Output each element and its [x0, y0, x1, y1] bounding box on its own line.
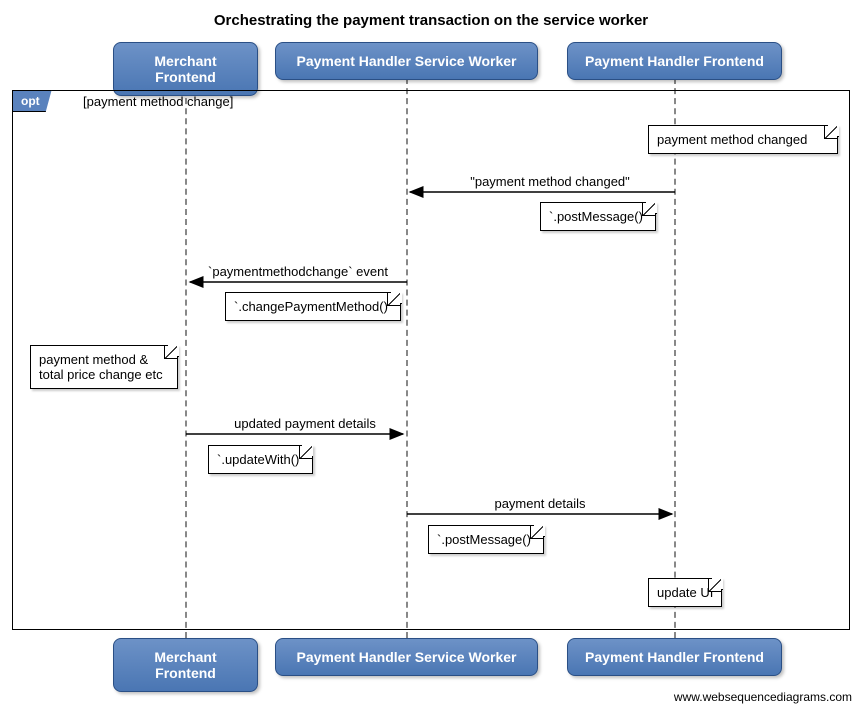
participant-frontend-bottom: Payment Handler Frontend: [567, 638, 782, 676]
note-postmessage-1: `.postMessage()`: [540, 202, 656, 231]
note-postmessage-2: `.postMessage()`: [428, 525, 544, 554]
note-text: `.postMessage()`: [549, 209, 647, 224]
msg-updated-payment-details: updated payment details: [215, 416, 395, 431]
opt-guard: [payment method change]: [83, 94, 233, 109]
note-text: `.postMessage()`: [437, 532, 535, 547]
note-text: payment method & total price change etc: [39, 352, 163, 382]
watermark: www.websequencediagrams.com: [674, 690, 852, 704]
note-price-change: payment method & total price change etc: [30, 345, 178, 389]
msg-paymentmethodchange-event: `paymentmethodchange` event: [198, 264, 398, 279]
msg-payment-details: payment details: [470, 496, 610, 511]
participant-sw-top: Payment Handler Service Worker: [275, 42, 538, 80]
participant-frontend-top: Payment Handler Frontend: [567, 42, 782, 80]
note-payment-method-changed: payment method changed: [648, 125, 838, 154]
opt-tag: opt: [12, 90, 52, 112]
participant-sw-bottom: Payment Handler Service Worker: [275, 638, 538, 676]
note-changepaymentmethod: `.changePaymentMethod()`: [225, 292, 401, 321]
note-text: update UI: [657, 585, 713, 600]
msg-payment-method-changed: "payment method changed": [435, 174, 665, 189]
participant-merchant-bottom: Merchant Frontend: [113, 638, 258, 692]
note-update-ui: update UI: [648, 578, 722, 607]
participant-merchant-top: Merchant Frontend: [113, 42, 258, 96]
note-text: payment method changed: [657, 132, 807, 147]
diagram-title: Orchestrating the payment transaction on…: [0, 0, 862, 29]
note-text: `.updateWith()`: [217, 452, 304, 467]
note-text: `.changePaymentMethod()`: [234, 299, 392, 314]
note-updatewith: `.updateWith()`: [208, 445, 313, 474]
